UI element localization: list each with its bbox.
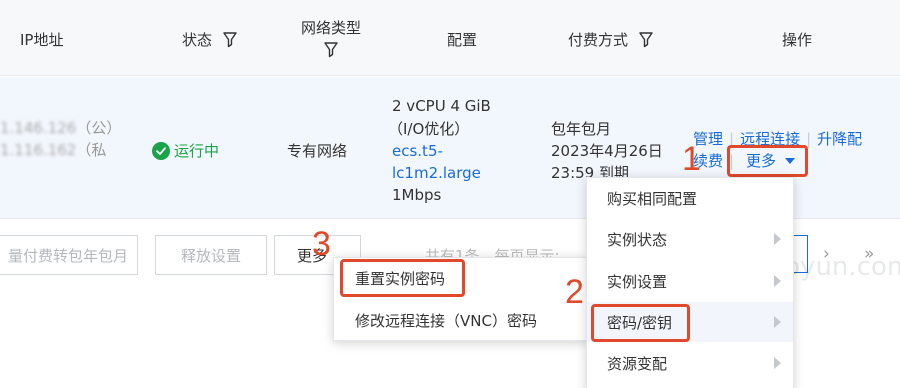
network-type: 专有网络 xyxy=(287,142,348,160)
billing-expiry-date: 2023年4月26日 xyxy=(551,142,663,160)
ip-public: 1.146.126（公） xyxy=(0,117,121,139)
config-cpu-mem: 2 vCPU 4 GiB xyxy=(392,97,491,115)
annotation-marker-1: 1 xyxy=(682,140,701,178)
ip-private-tag: （私 xyxy=(76,141,107,159)
filter-icon[interactable] xyxy=(324,42,338,58)
annotation-box-reset-password xyxy=(340,259,465,297)
chevron-right-icon xyxy=(774,357,781,369)
billing-type: 包年包月 xyxy=(551,120,612,138)
col-header-status[interactable]: 状态 xyxy=(182,29,237,50)
upgrade-link[interactable]: 升降配 xyxy=(817,130,862,148)
status-badge: 运行中 xyxy=(152,140,219,161)
ip-public-value: 1.146.126 xyxy=(0,119,77,137)
annotation-marker-2: 2 xyxy=(565,273,584,311)
ip-public-tag: （公） xyxy=(76,119,122,137)
filter-icon[interactable] xyxy=(639,32,653,48)
col-header-billing[interactable]: 付费方式 xyxy=(568,29,653,50)
status-label: 运行中 xyxy=(174,142,220,160)
annotation-box-password-key xyxy=(591,304,690,342)
col-header-billing-label: 付费方式 xyxy=(568,31,629,49)
convert-billing-button[interactable]: 量付费转包年包月 xyxy=(0,235,138,275)
col-header-actions: 操作 xyxy=(782,31,813,49)
col-header-network[interactable]: 网络类型 xyxy=(298,17,364,59)
menu-item-label: 实例状态 xyxy=(607,230,668,249)
menu-item-resource-change[interactable]: 资源变配 xyxy=(587,343,793,383)
annotation-marker-3: 3 xyxy=(312,225,331,263)
col-header-config: 配置 xyxy=(447,31,478,49)
config-io: （I/O优化） xyxy=(388,120,470,138)
col-header-network-label: 网络类型 xyxy=(300,19,361,37)
annotation-box-more xyxy=(727,145,808,177)
instance-type-link[interactable]: ecs.t5- xyxy=(392,140,443,162)
config-bandwidth: 1Mbps xyxy=(392,186,442,204)
menu-item-label: 修改远程连接（VNC）密码 xyxy=(355,311,537,330)
more-dropdown-menu: 购买相同配置 实例状态 实例设置 密码/密钥 资源变配 xyxy=(586,177,794,388)
menu-item-label: 资源变配 xyxy=(607,354,668,373)
check-circle-icon xyxy=(152,141,170,160)
menu-item-buy-same-config[interactable]: 购买相同配置 xyxy=(587,178,793,218)
col-header-ip: IP地址 xyxy=(20,31,64,49)
table-header: IP地址 状态 网络类型 配置 付费方式 操作 xyxy=(0,0,900,76)
instance-type-link-2[interactable]: lc1m2.large xyxy=(392,162,481,184)
menu-item-label: 实例设置 xyxy=(607,272,668,291)
chevron-right-icon xyxy=(774,275,781,287)
filter-icon[interactable] xyxy=(223,32,237,48)
ip-private-value: 1.116.162 xyxy=(0,141,77,159)
release-settings-button[interactable]: 释放设置 xyxy=(155,235,267,275)
menu-item-instance-settings[interactable]: 实例设置 xyxy=(587,261,793,301)
chevron-right-icon xyxy=(774,233,781,245)
col-header-status-label: 状态 xyxy=(182,31,213,49)
menu-item-label: 购买相同配置 xyxy=(607,189,698,208)
chevron-right-icon xyxy=(774,316,781,328)
menu-item-modify-vnc-password[interactable]: 修改远程连接（VNC）密码 xyxy=(334,300,587,340)
menu-item-instance-status[interactable]: 实例状态 xyxy=(587,219,793,259)
ip-private: 1.116.162（私 xyxy=(0,139,106,161)
